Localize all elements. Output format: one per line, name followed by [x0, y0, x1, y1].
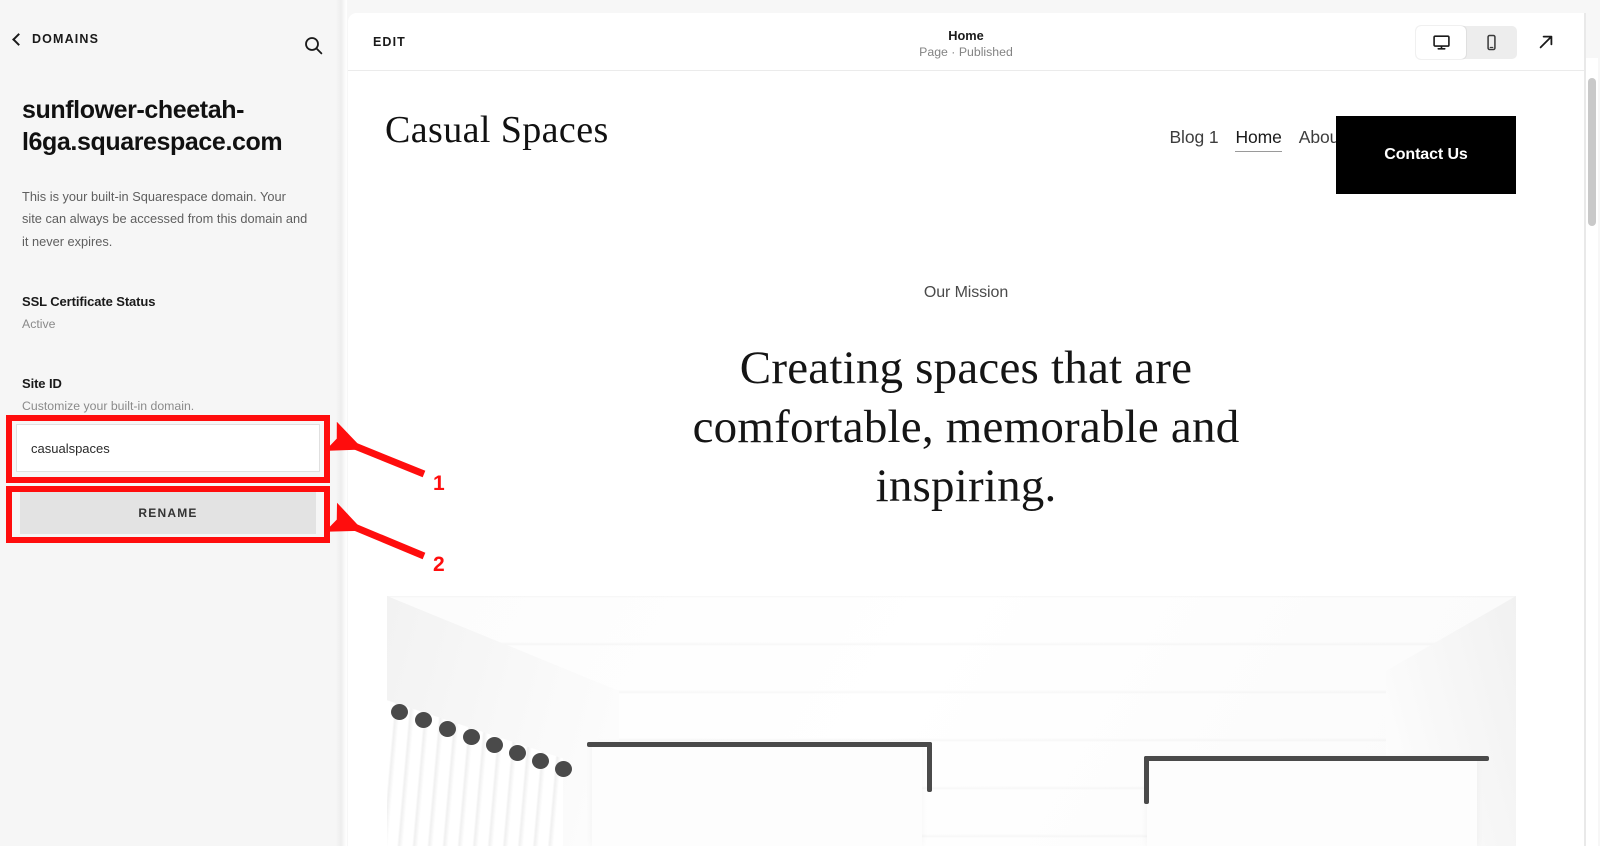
- external-link-arrow-icon: [1539, 35, 1553, 49]
- page-scrollbar-thumb[interactable]: [1588, 78, 1596, 226]
- open-in-new-tab-button[interactable]: [1531, 27, 1561, 57]
- domain-name-heading: sunflower-cheetah-l6ga.squarespace.com: [22, 96, 283, 156]
- site-id-sublabel: Customize your built-in domain.: [22, 399, 195, 413]
- grommet: [509, 745, 526, 761]
- back-to-domains-button[interactable]: DOMAINS: [8, 31, 105, 48]
- website-canvas: Casual Spaces Blog 1 Home About Contact …: [348, 71, 1584, 846]
- curtain-rod-left-end: [927, 742, 932, 792]
- back-to-domains-label: DOMAINS: [32, 32, 100, 46]
- device-preview-toggle[interactable]: [1416, 26, 1517, 59]
- window-panel-left: [592, 744, 922, 846]
- grommet: [463, 729, 480, 745]
- site-id-label: Site ID: [22, 376, 62, 391]
- curtain-rod-left: [587, 742, 932, 747]
- mobile-icon: [1486, 34, 1496, 51]
- site-header: Casual Spaces Blog 1 Home About Contact …: [348, 71, 1584, 211]
- grommet: [391, 704, 408, 720]
- domains-sidebar: DOMAINS sunflower-cheetah-l6ga.squarespa…: [0, 0, 347, 846]
- grommet: [486, 737, 503, 753]
- sidebar-header: DOMAINS: [0, 0, 336, 72]
- page-meta: Home Page · Published: [348, 27, 1584, 61]
- nav-link-blog-1[interactable]: Blog 1: [1169, 127, 1218, 148]
- site-preview-panel: EDIT Home Page · Published Casual Spaces…: [348, 13, 1584, 846]
- desktop-icon: [1432, 35, 1450, 50]
- ssl-status-value: Active: [22, 317, 56, 331]
- hero-image: [387, 596, 1516, 846]
- nav-link-home[interactable]: Home: [1235, 127, 1282, 152]
- page-title: Home: [948, 28, 984, 43]
- chevron-left-icon: [12, 32, 25, 46]
- edit-button[interactable]: EDIT: [369, 33, 410, 51]
- preview-toolbar: EDIT Home Page · Published: [348, 13, 1584, 71]
- grommet: [532, 753, 549, 769]
- section-headline: Creating spaces that are comfortable, me…: [692, 342, 1240, 513]
- search-icon[interactable]: [298, 30, 328, 60]
- sidebar-divider: [336, 0, 347, 846]
- section-eyebrow: Our Mission: [923, 284, 1009, 301]
- domain-description: This is your built-in Squarespace domain…: [22, 189, 308, 249]
- site-nav: Blog 1 Home About: [1169, 127, 1344, 152]
- rename-button[interactable]: RENAME: [20, 492, 316, 534]
- grommet: [555, 761, 572, 777]
- curtain-rod-right-end: [1144, 756, 1149, 804]
- grommet: [439, 721, 456, 737]
- page-status: Page · Published: [919, 45, 1013, 60]
- grommet: [415, 712, 432, 728]
- mobile-view-button[interactable]: [1466, 26, 1516, 59]
- ssl-status-label: SSL Certificate Status: [22, 294, 156, 309]
- app-window: DOMAINS sunflower-cheetah-l6ga.squarespa…: [0, 0, 1600, 846]
- window-panel-right: [1147, 758, 1477, 846]
- contact-us-button[interactable]: Contact Us: [1336, 116, 1516, 194]
- site-logo-text[interactable]: Casual Spaces: [385, 108, 609, 152]
- desktop-view-button[interactable]: [1416, 26, 1466, 59]
- site-id-input[interactable]: [16, 424, 320, 472]
- curtain-rod-right: [1144, 756, 1489, 761]
